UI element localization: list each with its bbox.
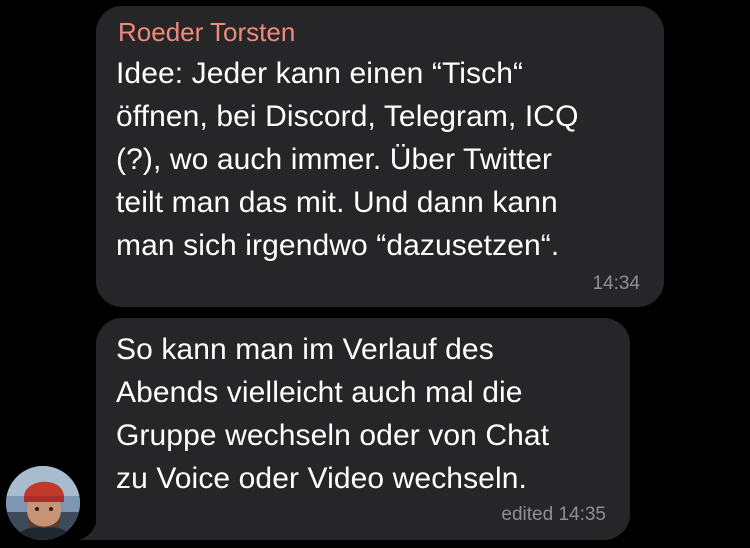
message-bubble[interactable]: Roeder Torsten Idee: Jeder kann einen “T…: [96, 6, 664, 307]
avatar[interactable]: [6, 466, 80, 540]
message-timestamp: edited 14:35: [501, 504, 606, 525]
sender-name[interactable]: Roeder Torsten: [118, 16, 644, 48]
message-bubble[interactable]: So kann man im Verlauf des Abends vielle…: [96, 318, 630, 540]
bubble-tail-icon: [78, 514, 108, 540]
chat-view: Roeder Torsten Idee: Jeder kann einen “T…: [0, 0, 750, 548]
message-text: So kann man im Verlauf des Abends vielle…: [116, 333, 550, 495]
message-timestamp: 14:34: [592, 273, 640, 294]
user-avatar-photo-icon: [6, 466, 80, 540]
message-text: Idee: Jeder kann einen “Tisch“ öffnen, b…: [116, 57, 579, 262]
